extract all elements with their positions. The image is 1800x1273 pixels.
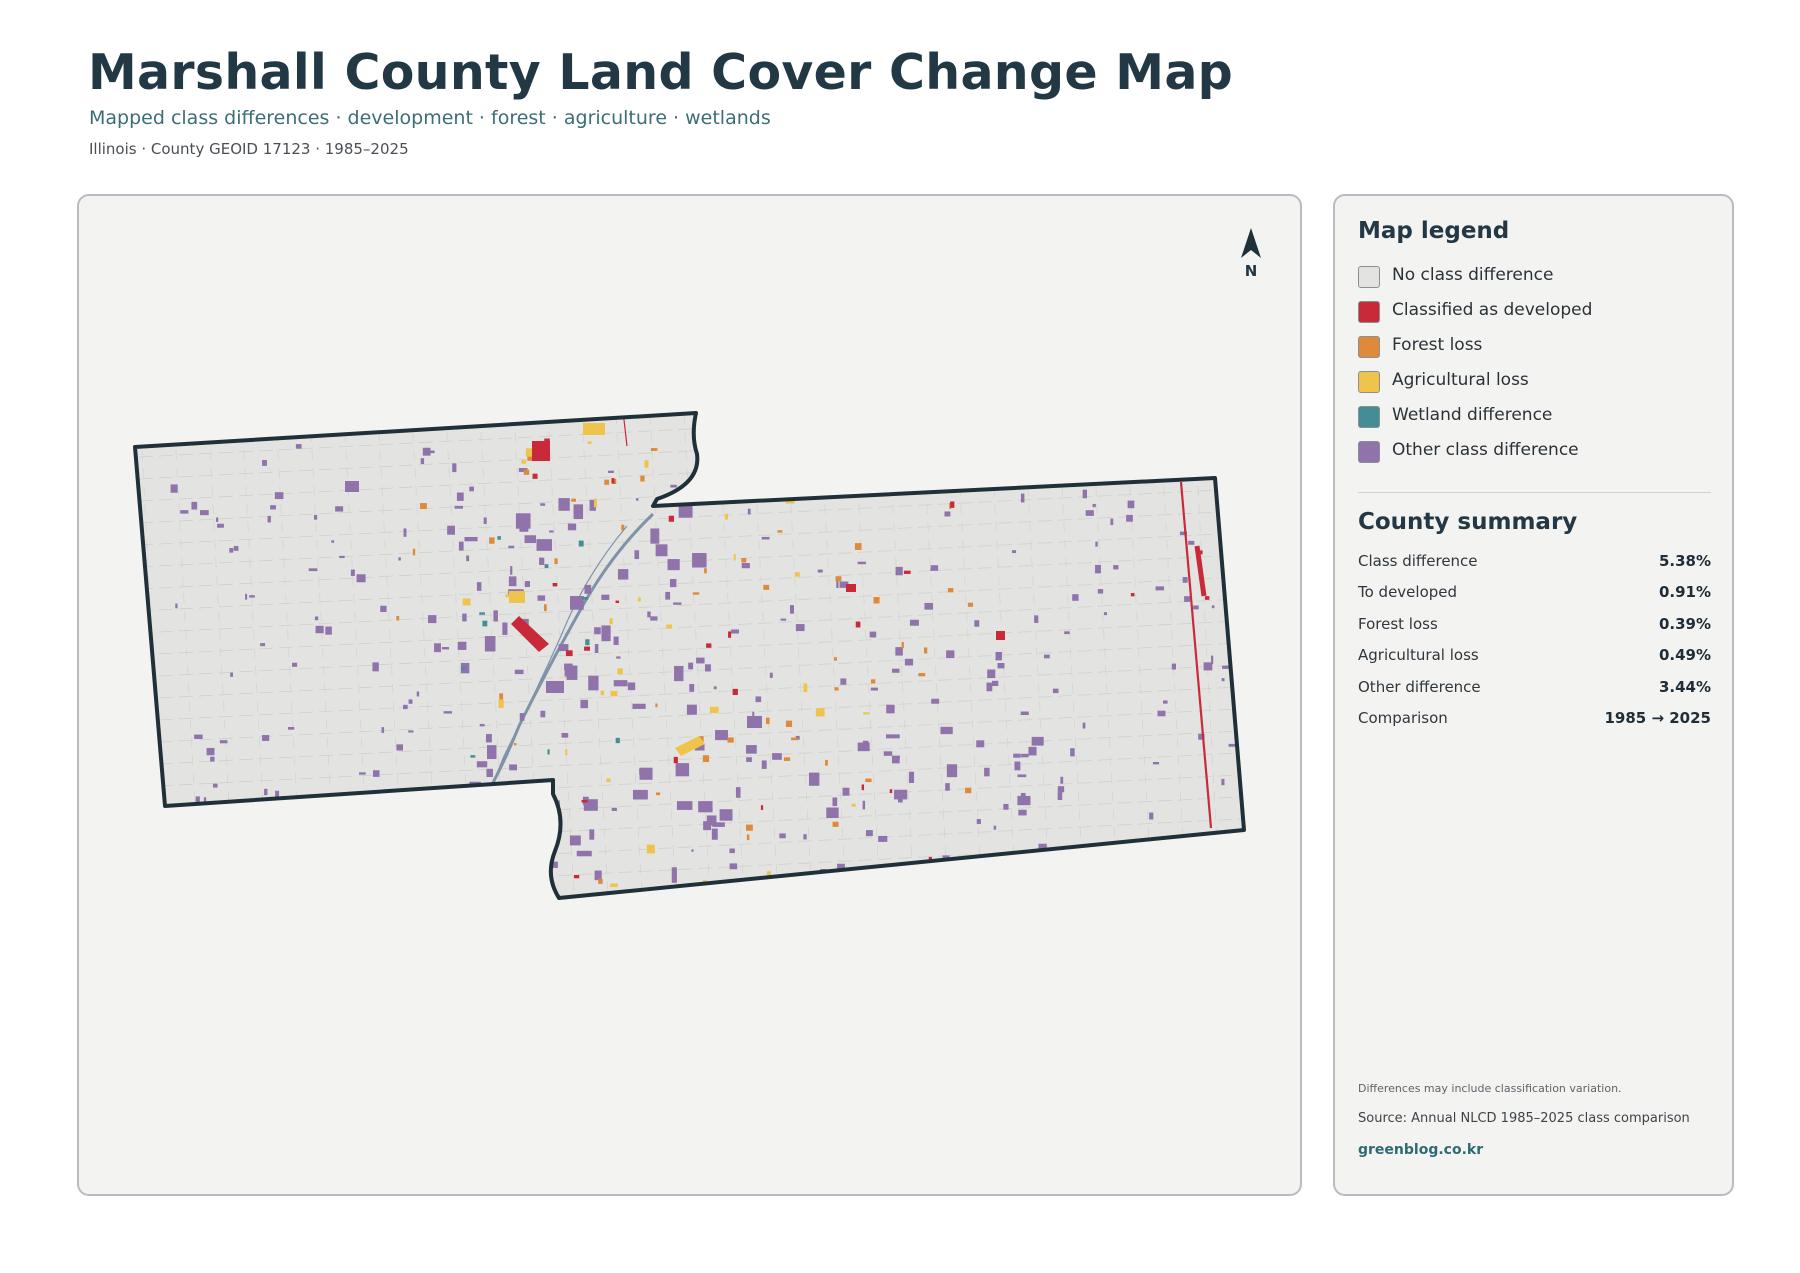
summary-value: 0.91% — [1658, 583, 1711, 602]
summary-label: To developed — [1358, 583, 1458, 602]
north-label: N — [1244, 262, 1258, 280]
summary-table: Class difference 5.38% To developed 0.91… — [1358, 552, 1711, 740]
north-arrow: N — [1231, 226, 1271, 286]
map-title: Marshall County Land Cover Change Map — [88, 44, 1234, 101]
legend-item-forest-loss: Forest loss — [1358, 334, 1592, 369]
summary-value: 1985 → 2025 — [1604, 708, 1711, 727]
legend-swatch-agricultural-loss — [1358, 371, 1380, 393]
summary-row-forest-loss: Forest loss 0.39% — [1358, 615, 1711, 646]
legend-label-developed: Classified as developed — [1392, 300, 1593, 320]
north-arrow-icon — [1241, 228, 1261, 258]
summary-row-to-developed: To developed 0.91% — [1358, 583, 1711, 614]
map-meta: Illinois · County GEOID 17123 · 1985–202… — [89, 140, 409, 158]
summary-value: 0.39% — [1658, 614, 1711, 633]
legend-item-wetland: Wetland difference — [1358, 404, 1592, 439]
legend-list: No class difference Classified as develo… — [1358, 264, 1592, 474]
summary-label: Other difference — [1358, 677, 1481, 696]
source-credit: Source: Annual NLCD 1985–2025 class comp… — [1358, 1111, 1690, 1126]
map-panel[interactable]: N — [77, 194, 1302, 1196]
legend-label-no-difference: No class difference — [1392, 265, 1554, 285]
map-subtitle: Mapped class differences · development ·… — [89, 107, 771, 129]
legend-swatch-wetland — [1358, 406, 1380, 428]
legend-swatch-forest-loss — [1358, 336, 1380, 358]
legend-label-forest-loss: Forest loss — [1392, 335, 1483, 355]
summary-label: Class difference — [1358, 552, 1478, 570]
summary-row-agricultural-loss: Agricultural loss 0.49% — [1358, 646, 1711, 677]
summary-label: Forest loss — [1358, 614, 1438, 633]
legend-item-no-difference: No class difference — [1358, 264, 1592, 299]
legend-label-agricultural-loss: Agricultural loss — [1392, 370, 1529, 390]
caveat-note: Differences may include classification v… — [1358, 1082, 1622, 1095]
summary-value: 3.44% — [1658, 677, 1711, 696]
legend-swatch-no-difference — [1358, 266, 1380, 288]
legend-item-agricultural-loss: Agricultural loss — [1358, 369, 1592, 404]
summary-row-other-difference: Other difference 3.44% — [1358, 678, 1711, 709]
legend-swatch-other — [1358, 441, 1380, 463]
legend-divider — [1358, 492, 1711, 493]
legend-heading: Map legend — [1358, 218, 1510, 244]
summary-value: 5.38% — [1658, 552, 1711, 570]
summary-heading: County summary — [1358, 509, 1578, 535]
summary-value: 0.49% — [1658, 646, 1711, 665]
summary-row-comparison: Comparison 1985 → 2025 — [1358, 709, 1711, 740]
legend-item-developed: Classified as developed — [1358, 299, 1592, 334]
legend-item-other: Other class difference — [1358, 439, 1592, 474]
summary-label: Agricultural loss — [1358, 646, 1479, 665]
summary-row-class-difference: Class difference 5.38% — [1358, 552, 1711, 583]
side-panel: Map legend No class difference Classifie… — [1333, 194, 1734, 1196]
summary-label: Comparison — [1358, 708, 1448, 727]
legend-swatch-developed — [1358, 301, 1380, 323]
site-link[interactable]: greenblog.co.kr — [1358, 1142, 1483, 1158]
county-map[interactable] — [79, 196, 1302, 1196]
legend-label-wetland: Wetland difference — [1392, 405, 1553, 425]
legend-label-other: Other class difference — [1392, 440, 1579, 460]
